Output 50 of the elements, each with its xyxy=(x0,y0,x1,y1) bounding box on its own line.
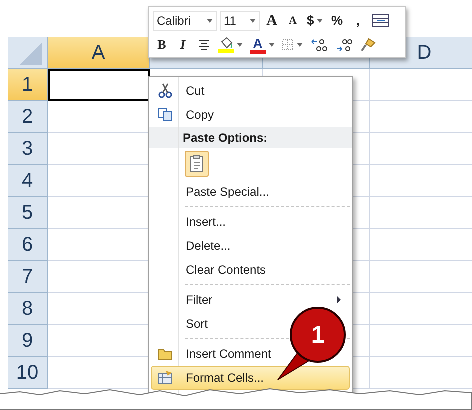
menu-item[interactable]: Insert... xyxy=(151,210,236,234)
paintbrush-icon xyxy=(360,38,376,52)
section-heading: Paste Options: xyxy=(149,127,352,148)
decrease-decimal-icon xyxy=(335,38,353,52)
comma-style-button[interactable]: , xyxy=(349,11,368,31)
row-header[interactable]: 6 xyxy=(8,229,48,261)
paste-button[interactable] xyxy=(185,151,209,177)
row-header[interactable]: 2 xyxy=(8,101,48,133)
fill-color-button[interactable] xyxy=(216,35,245,55)
caret-icon xyxy=(207,19,213,23)
menu-item[interactable]: Sort xyxy=(151,312,218,336)
menu-item[interactable]: Clear Contents xyxy=(151,258,276,282)
menu-item[interactable]: Format Cells... xyxy=(151,366,350,390)
font-name-dropdown[interactable]: Calibri xyxy=(153,11,217,31)
clipboard-icon xyxy=(189,155,205,173)
menu-item[interactable]: Paste Special... xyxy=(151,180,278,204)
menu-item[interactable]: Cut xyxy=(151,79,214,103)
currency-button[interactable]: $ xyxy=(305,11,326,31)
row-header[interactable]: 5 xyxy=(8,197,48,229)
percent-button[interactable]: % xyxy=(328,11,346,31)
row-header[interactable]: 7 xyxy=(8,261,48,293)
select-all-corner[interactable] xyxy=(8,37,48,69)
merge-cells-icon xyxy=(372,14,390,28)
menu-item[interactable]: Delete... xyxy=(151,234,240,258)
italic-button[interactable]: I xyxy=(174,35,192,55)
row-header[interactable]: 3 xyxy=(8,133,48,165)
column-header[interactable]: A xyxy=(48,37,150,69)
align-center-icon xyxy=(198,39,210,51)
bold-button[interactable]: B xyxy=(153,35,171,55)
menu-item[interactable]: Copy xyxy=(151,103,224,127)
step-number: 1 xyxy=(311,322,325,349)
paint-bucket-icon xyxy=(219,37,233,49)
row-header[interactable]: 10 xyxy=(8,357,48,389)
copy-icon xyxy=(158,107,174,123)
row-header[interactable]: 8 xyxy=(8,293,48,325)
grow-font-button[interactable]: A xyxy=(263,11,281,31)
increase-decimal-icon xyxy=(310,38,328,52)
row-header[interactable]: 4 xyxy=(8,165,48,197)
shrink-font-button[interactable]: A xyxy=(284,11,302,31)
scissors-icon xyxy=(158,83,174,99)
caret-icon xyxy=(250,19,256,23)
row-header[interactable]: 9 xyxy=(8,325,48,357)
selected-cell[interactable] xyxy=(48,69,150,101)
row-header[interactable]: 1 xyxy=(8,69,48,101)
menu-item[interactable]: Insert Comment xyxy=(151,342,280,366)
font-color-button[interactable]: A xyxy=(248,35,277,55)
border-grid-icon xyxy=(282,39,294,51)
font-size-dropdown[interactable]: 11 xyxy=(220,11,260,31)
format-cells-icon xyxy=(158,370,174,386)
menu-item[interactable]: Filter xyxy=(151,288,350,312)
